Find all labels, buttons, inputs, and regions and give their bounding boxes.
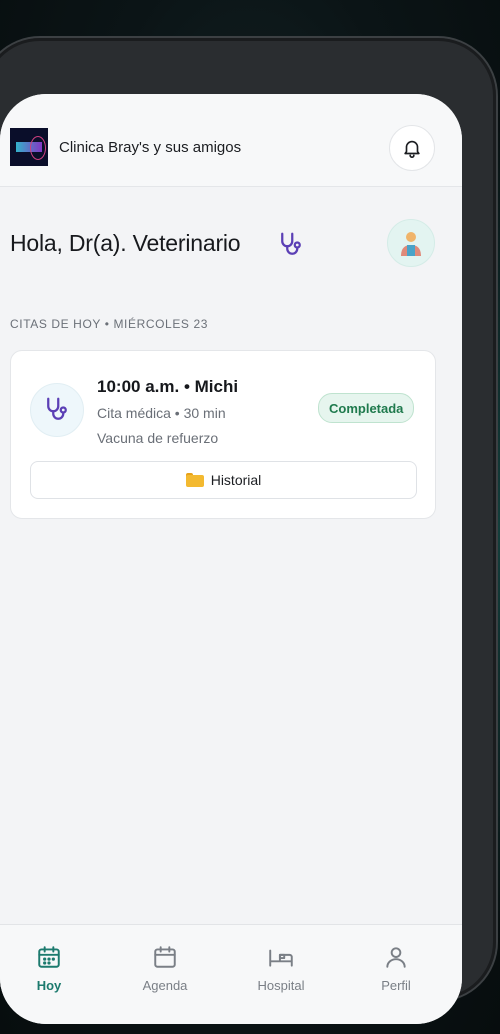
history-button[interactable]: Historial [30,461,417,499]
status-badge: Completada [318,393,415,423]
background: Clinica Bray's y sus amigos Hola, Dr(a).… [0,0,500,1034]
phone-frame: Clinica Bray's y sus amigos Hola, Dr(a).… [0,38,496,1024]
appointments-section-label: CITAS DE HOY • MIÉRCOLES 23 [10,317,209,331]
user-icon [386,947,406,968]
nav-label: Perfil [381,978,411,993]
clinic-name: Clinica Bray's y sus amigos [59,139,242,156]
folder-icon [185,473,204,487]
nav-item-hospital[interactable]: Hospital [231,925,331,1015]
doctor-avatar-icon [401,232,421,256]
nav-label: Hoy [36,978,62,993]
nav-item-agenda[interactable]: Agenda [115,925,215,1015]
clinic-logo [10,128,48,166]
nav-label: Agenda [142,978,188,993]
calendar-icon [154,946,176,968]
appointment-title: 10:00 a.m. • Michi [97,377,239,396]
bottom-nav: Hoy Agenda Hospital Perfil [0,924,462,1024]
doctor-avatar[interactable] [387,219,435,267]
appointment-subtitle: Cita médica • 30 min [97,405,226,421]
bell-icon [404,140,420,158]
history-button-label: Historial [210,472,262,488]
notifications-button[interactable] [389,125,435,171]
nav-item-hoy[interactable]: Hoy [0,925,99,1015]
app-header: Clinica Bray's y sus amigos [0,94,462,187]
app-screen: Clinica Bray's y sus amigos Hola, Dr(a).… [0,94,462,1024]
appointment-card[interactable]: 10:00 a.m. • Michi Cita médica • 30 min … [10,350,436,519]
calendar-today-icon [38,946,60,968]
stethoscope-icon [281,232,301,255]
appointment-type-icon [30,383,84,437]
stethoscope-icon [47,397,67,420]
nav-item-perfil[interactable]: Perfil [346,925,446,1015]
greeting-title: Hola, Dr(a). Veterinario [10,230,241,256]
bed-icon [269,949,293,967]
nav-label: Hospital [257,978,305,993]
appointment-note: Vacuna de refuerzo [97,430,219,446]
